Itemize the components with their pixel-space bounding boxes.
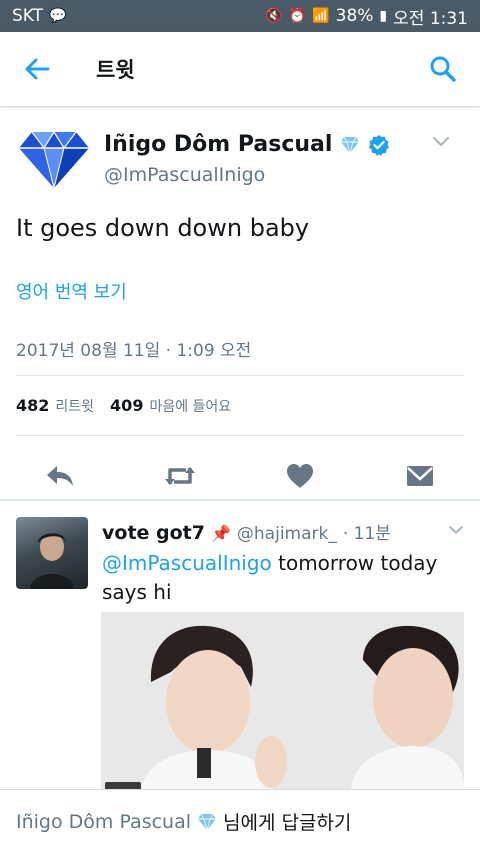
diamond-emoji-icon — [341, 136, 360, 154]
carrier-label: SKT — [12, 6, 44, 26]
reply-header: vote got7 📌 @hajimark_ · 11분 — [102, 519, 391, 544]
reply-media-photo[interactable] — [101, 612, 464, 790]
divider — [16, 375, 464, 376]
diamond-emoji-icon — [198, 813, 217, 831]
chevron-down-icon[interactable] — [432, 136, 450, 148]
retweet-icon[interactable] — [162, 462, 198, 490]
mute-icon: 🔇 — [265, 8, 283, 24]
avatar-photo — [30, 533, 74, 589]
photo-content — [101, 612, 464, 790]
back-arrow-icon[interactable] — [22, 54, 52, 84]
status-bar: SKT 💬 🔇 ⏰ 📶 38% ▮ 오전 1:31 — [0, 0, 480, 32]
composer-target-name: Iñigo Dôm Pascual — [16, 810, 192, 833]
like-count[interactable]: 409 — [110, 396, 143, 415]
reply-icon[interactable] — [44, 462, 76, 490]
battery-percent: 38% — [335, 6, 374, 26]
search-icon[interactable] — [428, 54, 458, 84]
alarm-icon: ⏰ — [288, 8, 307, 24]
reply-text: @ImPascualInigo tomorrow today says hi — [102, 549, 462, 607]
clock: 오전 1:31 — [393, 8, 468, 29]
reply-composer[interactable]: Iñigo Dôm Pascual 님에게 답글하기 — [0, 789, 480, 853]
heart-icon[interactable] — [285, 462, 315, 490]
translate-link[interactable]: 영어 번역 보기 — [16, 278, 127, 304]
battery-icon: ▮ — [379, 8, 388, 24]
pushpin-icon: 📌 — [210, 524, 231, 543]
verified-badge-icon — [369, 134, 390, 156]
wifi-icon: 📶 — [312, 8, 330, 24]
reply-author-handle[interactable]: @hajimark_ — [237, 524, 337, 544]
direct-message-icon[interactable] — [404, 462, 436, 490]
author-handle[interactable]: @ImPascualInigo — [104, 164, 265, 186]
reply-author-name[interactable]: vote got7 — [102, 522, 205, 544]
engagement-counts: 482 리트윗 409 마음에 들어요 — [16, 396, 231, 416]
chevron-down-icon[interactable] — [448, 525, 464, 535]
author-name[interactable]: Iñigo Dôm Pascual — [104, 132, 332, 157]
divider — [16, 435, 464, 436]
retweet-count[interactable]: 482 — [16, 396, 49, 415]
avatar-diamond-icon[interactable] — [18, 130, 90, 190]
tweet-timestamp: 2017년 08월 11일 · 1:09 오전 — [16, 341, 252, 361]
section-divider — [0, 499, 480, 501]
chat-notification-icon: 💬 — [49, 8, 67, 24]
reply-avatar[interactable] — [16, 517, 88, 589]
retweet-label[interactable]: 리트윗 — [55, 396, 94, 416]
app-bar: 트윗 — [0, 32, 480, 107]
tweet-text: It goes down down baby — [16, 214, 310, 242]
reply-time: · 11분 — [342, 524, 391, 544]
like-label[interactable]: 마음에 들어요 — [149, 396, 231, 416]
page-title: 트윗 — [96, 58, 135, 82]
action-bar — [0, 450, 480, 500]
author-row: Iñigo Dôm Pascual — [104, 132, 390, 157]
composer-placeholder-suffix: 님에게 답글하기 — [223, 812, 352, 834]
mention-link[interactable]: @ImPascualInigo — [102, 551, 272, 575]
